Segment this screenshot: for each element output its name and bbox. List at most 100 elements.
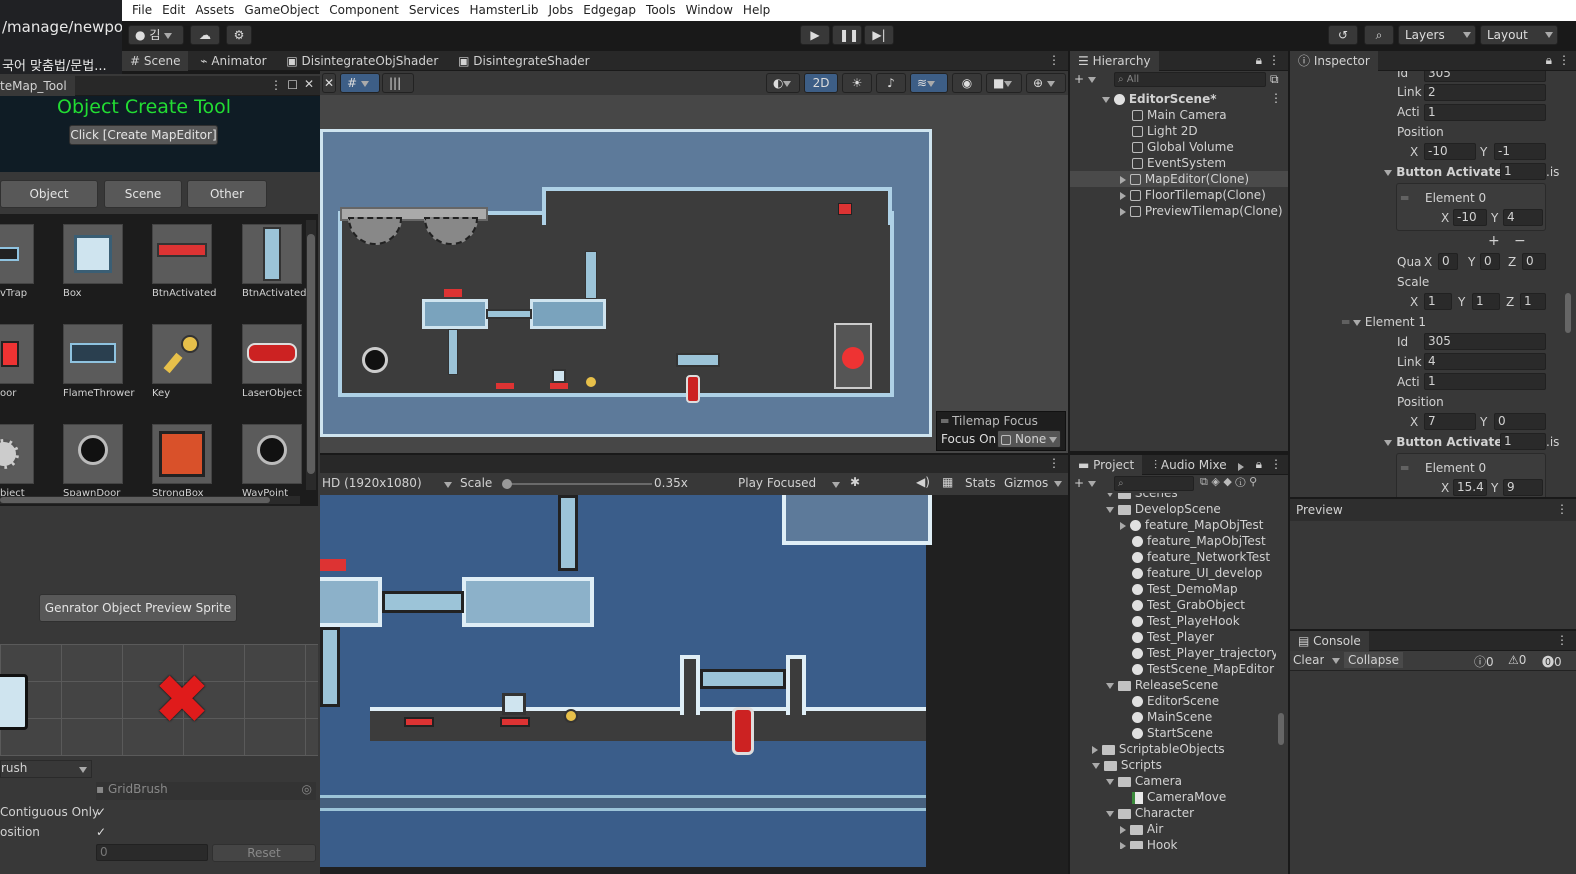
- project-folder[interactable]: ReleaseScene: [1070, 677, 1276, 693]
- add-button[interactable]: +: [1074, 72, 1096, 86]
- object-tile[interactable]: [0, 424, 34, 484]
- kebab-menu-icon[interactable]: ⋮: [1556, 502, 1568, 516]
- menu-services[interactable]: Services: [409, 0, 460, 17]
- project-scene[interactable]: feature_UI_develop: [1070, 565, 1276, 581]
- browser-url[interactable]: /manage/newpost/: [2, 18, 142, 36]
- menu-help[interactable]: Help: [743, 0, 770, 17]
- project-scene[interactable]: Test_DemoMap: [1070, 581, 1276, 597]
- project-folder[interactable]: ScriptableObjects: [1070, 741, 1276, 757]
- brush-field[interactable]: ▪ GridBrush ◎: [96, 782, 316, 800]
- layout-dropdown[interactable]: Layout: [1480, 25, 1558, 45]
- tab-scene[interactable]: # Scene: [122, 51, 189, 71]
- brush-dropdown[interactable]: rush: [0, 760, 92, 778]
- tab-hierarchy[interactable]: ☰ Hierarchy: [1070, 51, 1159, 71]
- tab-other[interactable]: Other: [187, 180, 267, 208]
- e1-button-activate-foldout[interactable]: Button Activate P: [1384, 434, 1515, 450]
- browser-tab[interactable]: 국어 맞춤법/문법...: [2, 55, 120, 74]
- grid-snap-button[interactable]: #: [340, 73, 380, 93]
- menu-component[interactable]: Component: [329, 0, 399, 17]
- chevron-right-icon[interactable]: [1120, 175, 1126, 184]
- step-button[interactable]: ▶|: [864, 25, 894, 45]
- resolution-dropdown[interactable]: HD (1920x1080): [322, 476, 454, 490]
- grid-scrollbar[interactable]: [306, 220, 316, 490]
- tab-scene[interactable]: Scene: [104, 180, 182, 208]
- chevron-right-icon[interactable]: [1238, 462, 1244, 471]
- kebab-menu-icon[interactable]: ⋮: [270, 78, 282, 92]
- project-scrollbar[interactable]: [1276, 495, 1286, 847]
- contiguous-checkbox[interactable]: ✓: [96, 805, 106, 819]
- tab-disintegrate-shader[interactable]: ▣ DisintegrateShader: [450, 51, 598, 71]
- sy-field[interactable]: 1: [1472, 293, 1500, 310]
- history-button[interactable]: ↺: [1328, 25, 1358, 45]
- maximize-icon[interactable]: ☐: [287, 78, 298, 92]
- button-activate-foldout[interactable]: Button Activate P: [1384, 164, 1515, 180]
- object-tile[interactable]: [152, 324, 212, 384]
- drag-handle-icon[interactable]: ═: [1401, 190, 1408, 206]
- project-scene[interactable]: MainScene: [1070, 709, 1276, 725]
- camera-button[interactable]: ■: [986, 73, 1022, 93]
- 2d-toggle[interactable]: 2D: [804, 73, 838, 93]
- sx-field[interactable]: 1: [1424, 293, 1452, 310]
- kebab-menu-icon[interactable]: ⋮: [1270, 91, 1282, 105]
- value-field[interactable]: 0: [96, 844, 208, 861]
- menu-jobs[interactable]: Jobs: [548, 0, 573, 17]
- create-mapeditor-button[interactable]: Click [Create MapEditor]: [69, 125, 218, 145]
- account-button[interactable]: ● 김: [128, 25, 184, 45]
- project-scene[interactable]: feature_MapObjTest: [1070, 533, 1276, 549]
- close-icon[interactable]: ✕: [322, 73, 336, 93]
- play-mode-dropdown[interactable]: Play Focused: [738, 476, 842, 490]
- scene-view[interactable]: ═ Tilemap Focus Focus On None: [320, 95, 1068, 453]
- project-scene[interactable]: Test_PlayeHook: [1070, 613, 1276, 629]
- collapse-button[interactable]: Collapse: [1344, 652, 1403, 668]
- inspector-scrollbar[interactable]: [1562, 71, 1574, 491]
- scale-slider[interactable]: [501, 479, 652, 489]
- hierarchy-scene-row[interactable]: EditorScene*: [1102, 91, 1282, 107]
- chevron-right-icon[interactable]: [1120, 191, 1126, 200]
- tab-console[interactable]: ▤ Console: [1290, 631, 1369, 651]
- hierarchy-item[interactable]: Global Volume: [1070, 139, 1288, 155]
- lock-icon[interactable]: 🔒︎: [1546, 53, 1552, 68]
- project-scene[interactable]: StartScene: [1070, 725, 1276, 741]
- kebab-menu-icon[interactable]: ⋮: [1268, 53, 1280, 67]
- object-tile[interactable]: [152, 424, 212, 484]
- shading-button[interactable]: ◐: [766, 73, 800, 93]
- type-filter-icon[interactable]: ◈: [1211, 475, 1219, 488]
- sz-field[interactable]: 1: [1520, 293, 1546, 310]
- menu-edit[interactable]: Edit: [162, 0, 185, 17]
- project-search[interactable]: ⌕: [1114, 476, 1194, 491]
- project-folder[interactable]: Scenes: [1070, 493, 1276, 501]
- bug-icon[interactable]: ✱: [850, 475, 860, 489]
- project-script[interactable]: CameraMove: [1070, 789, 1276, 805]
- chevron-right-icon[interactable]: [1120, 207, 1126, 216]
- label-filter-icon[interactable]: ◆: [1223, 475, 1231, 488]
- kebab-menu-icon[interactable]: ⋮: [1558, 53, 1570, 67]
- scale-slider-thumb[interactable]: [501, 479, 512, 489]
- qx-field[interactable]: 0: [1438, 253, 1458, 270]
- lock-icon[interactable]: 🔒︎: [1256, 457, 1262, 472]
- object-tile[interactable]: [63, 324, 123, 384]
- game-view[interactable]: [320, 495, 1068, 874]
- scrollbar-thumb[interactable]: [307, 234, 315, 474]
- menu-hamsterlib[interactable]: HamsterLib: [470, 0, 539, 17]
- reset-button[interactable]: Reset: [212, 844, 316, 862]
- project-scene[interactable]: Test_Player: [1070, 629, 1276, 645]
- drag-handle-icon[interactable]: ═: [1401, 460, 1408, 476]
- tab-project[interactable]: ▬ Project: [1070, 455, 1143, 475]
- link-field[interactable]: 2: [1424, 84, 1546, 101]
- menu-file[interactable]: File: [132, 0, 152, 17]
- close-icon[interactable]: ✕: [304, 77, 314, 91]
- info-toggle[interactable]: ⓘ0: [1474, 653, 1494, 670]
- menu-gameobject[interactable]: GameObject: [244, 0, 319, 17]
- view-icon[interactable]: ⧉: [1270, 72, 1279, 87]
- tab-disintegrate-obj-shader[interactable]: ▣ DisintegrateObjShader: [278, 51, 446, 71]
- remove-element-button[interactable]: −: [1514, 233, 1526, 249]
- hierarchy-search[interactable]: ⌕ All: [1114, 72, 1266, 87]
- increment-snap-button[interactable]: |||: [382, 73, 414, 93]
- e1-e0-y-field[interactable]: 9: [1503, 479, 1543, 496]
- scrollbar-thumb[interactable]: [1565, 293, 1571, 333]
- hierarchy-item[interactable]: FloorTilemap(Clone): [1070, 187, 1288, 203]
- tab-object[interactable]: Object: [0, 180, 98, 208]
- cloud-button[interactable]: ☁: [190, 25, 220, 45]
- stats-button[interactable]: Stats: [965, 476, 996, 490]
- gizmos-button[interactable]: ⊕: [1026, 73, 1066, 93]
